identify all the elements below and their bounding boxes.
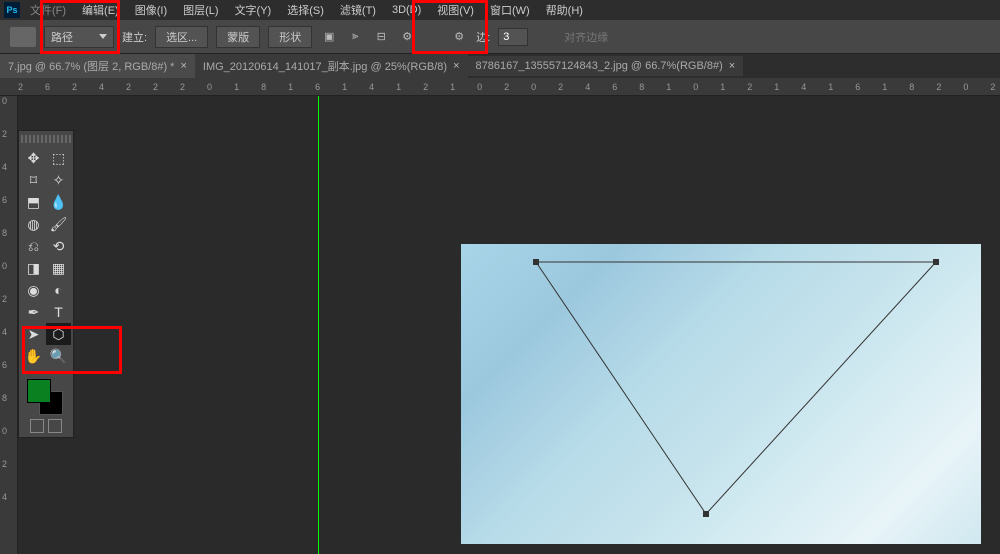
bool-align-icon[interactable]: ⫸ [346, 28, 364, 46]
screenmode-icon[interactable] [48, 419, 62, 433]
eraser-tool[interactable]: ◨ [21, 257, 46, 279]
tool-preset-icon[interactable] [10, 27, 36, 47]
tab-title: IMG_20120614_141017_副本.jpg @ 25%(RGB/8) [203, 58, 447, 74]
blur-tool[interactable]: ◉ [21, 279, 46, 301]
selection-button[interactable]: 选区... [155, 26, 208, 48]
guide-line[interactable] [318, 96, 319, 554]
marquee-tool[interactable]: ⬚ [46, 147, 71, 169]
move-tool[interactable]: ✥ [21, 147, 46, 169]
gear-icon-2[interactable]: ⚙ [450, 28, 468, 46]
menu-view[interactable]: 视图(V) [431, 0, 480, 20]
tab-title: 7.jpg @ 66.7% (图层 2, RGB/8#) * [8, 58, 174, 74]
pen-tool[interactable]: ✒ [21, 301, 46, 323]
zoom-tool[interactable]: 🔍 [46, 345, 71, 367]
triangle-path[interactable] [461, 244, 981, 544]
brush-tool[interactable]: 🖌 [46, 213, 71, 235]
gear-icon[interactable]: ⚙ [398, 28, 416, 46]
ruler-horizontal: 2624222018161412102024681012141618202224… [0, 78, 1000, 96]
menu-window[interactable]: 窗口(W) [484, 0, 536, 20]
chevron-down-icon [99, 34, 107, 39]
menu-image[interactable]: 图像(I) [129, 0, 173, 20]
heal-tool[interactable]: ◍ [21, 213, 46, 235]
menu-filter[interactable]: 滤镜(T) [334, 0, 382, 20]
ruler-vertical: 0246802468024 [0, 96, 18, 554]
polygon-tool[interactable]: ⬡ [46, 323, 71, 345]
wand-tool[interactable]: ✧ [46, 169, 71, 191]
stamp-tool[interactable]: ⎌ [21, 235, 46, 257]
menu-bar: 文件(F) 编辑(E) 图像(I) 图层(L) 文字(Y) 选择(S) 滤镜(T… [0, 0, 1000, 20]
toolbox: ✥⬚ ⌑✧ ⬒💧 ◍🖌 ⎌⟲ ◨▦ ◉◐ ✒T ➤⬡ ✋🔍 [18, 130, 74, 438]
bool-combine-icon[interactable]: ▣ [320, 28, 338, 46]
image-layer [461, 244, 981, 544]
tab-3[interactable]: 8786167_135557124843_2.jpg @ 66.7%(RGB/8… [468, 56, 744, 76]
menu-layer[interactable]: 图层(L) [177, 0, 224, 20]
options-bar: 路径 建立: 选区... 蒙版 形状 ▣ ⫸ ⊟ ⚙ ⚙ 边: 对齐边缘 [0, 20, 1000, 54]
align-edges-checkbox[interactable]: 对齐边缘 [564, 29, 608, 45]
tab-1[interactable]: 7.jpg @ 66.7% (图层 2, RGB/8#) * × [0, 54, 195, 78]
menu-type[interactable]: 文字(Y) [229, 0, 278, 20]
history-brush-tool[interactable]: ⟲ [46, 235, 71, 257]
color-swatches[interactable] [21, 375, 71, 415]
anchor-point[interactable] [933, 259, 939, 265]
quickmask-icon[interactable] [30, 419, 44, 433]
anchor-point[interactable] [533, 259, 539, 265]
close-icon[interactable]: × [453, 60, 459, 72]
close-icon[interactable]: × [180, 60, 186, 72]
type-tool[interactable]: T [46, 301, 71, 323]
document-tabs: 7.jpg @ 66.7% (图层 2, RGB/8#) * × IMG_201… [0, 54, 1000, 78]
mask-button[interactable]: 蒙版 [216, 26, 260, 48]
hand-tool[interactable]: ✋ [21, 345, 46, 367]
menu-file[interactable]: 文件(F) [24, 0, 72, 20]
tab-title: 8786167_135557124843_2.jpg @ 66.7%(RGB/8… [476, 60, 723, 72]
sides-input[interactable] [498, 28, 528, 46]
menu-edit[interactable]: 编辑(E) [76, 0, 125, 20]
menu-select[interactable]: 选择(S) [281, 0, 330, 20]
foreground-color[interactable] [27, 379, 51, 403]
menu-3d[interactable]: 3D(D) [386, 2, 427, 18]
sides-label: 边: [476, 29, 490, 45]
gradient-tool[interactable]: ▦ [46, 257, 71, 279]
mode-label: 路径 [51, 29, 73, 45]
menu-help[interactable]: 帮助(H) [540, 0, 589, 20]
crop-tool[interactable]: ⬒ [21, 191, 46, 213]
path-select-tool[interactable]: ➤ [21, 323, 46, 345]
lasso-tool[interactable]: ⌑ [21, 169, 46, 191]
bool-arrange-icon[interactable]: ⊟ [372, 28, 390, 46]
create-label: 建立: [122, 29, 147, 45]
app-logo: Ps [4, 2, 20, 18]
panel-grip[interactable] [21, 135, 71, 143]
eyedropper-tool[interactable]: 💧 [46, 191, 71, 213]
anchor-point[interactable] [703, 511, 709, 517]
dodge-tool[interactable]: ◐ [46, 279, 71, 301]
shape-button[interactable]: 形状 [268, 26, 312, 48]
close-icon[interactable]: × [729, 60, 735, 72]
canvas[interactable] [18, 96, 1000, 554]
tab-2[interactable]: IMG_20120614_141017_副本.jpg @ 25%(RGB/8) … [195, 54, 468, 78]
mode-dropdown[interactable]: 路径 [44, 26, 114, 48]
